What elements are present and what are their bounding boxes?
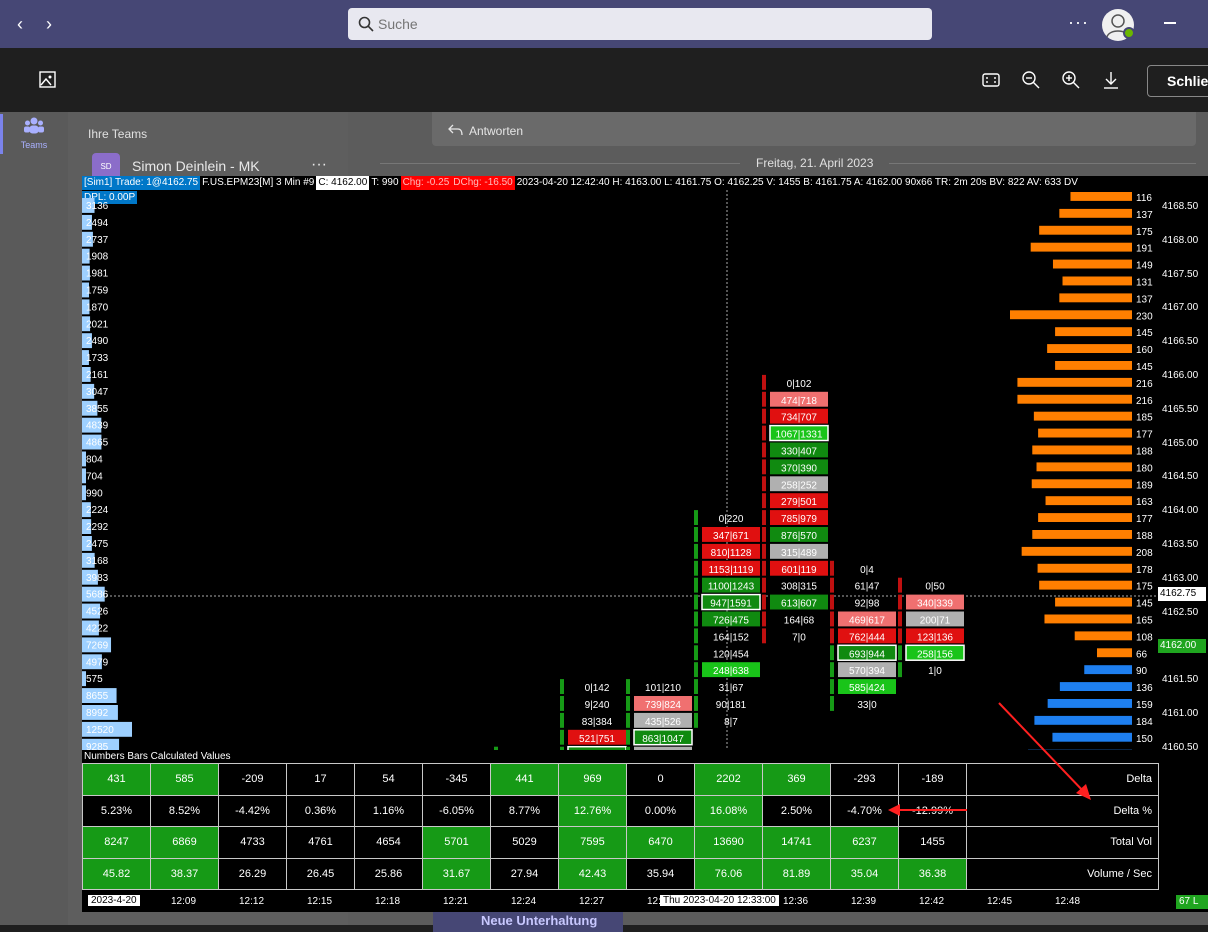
annotation-arrowhead-horizontal <box>888 804 900 816</box>
annotation-arrow-diagonal <box>999 703 1085 793</box>
annotation-layer <box>0 0 1208 925</box>
